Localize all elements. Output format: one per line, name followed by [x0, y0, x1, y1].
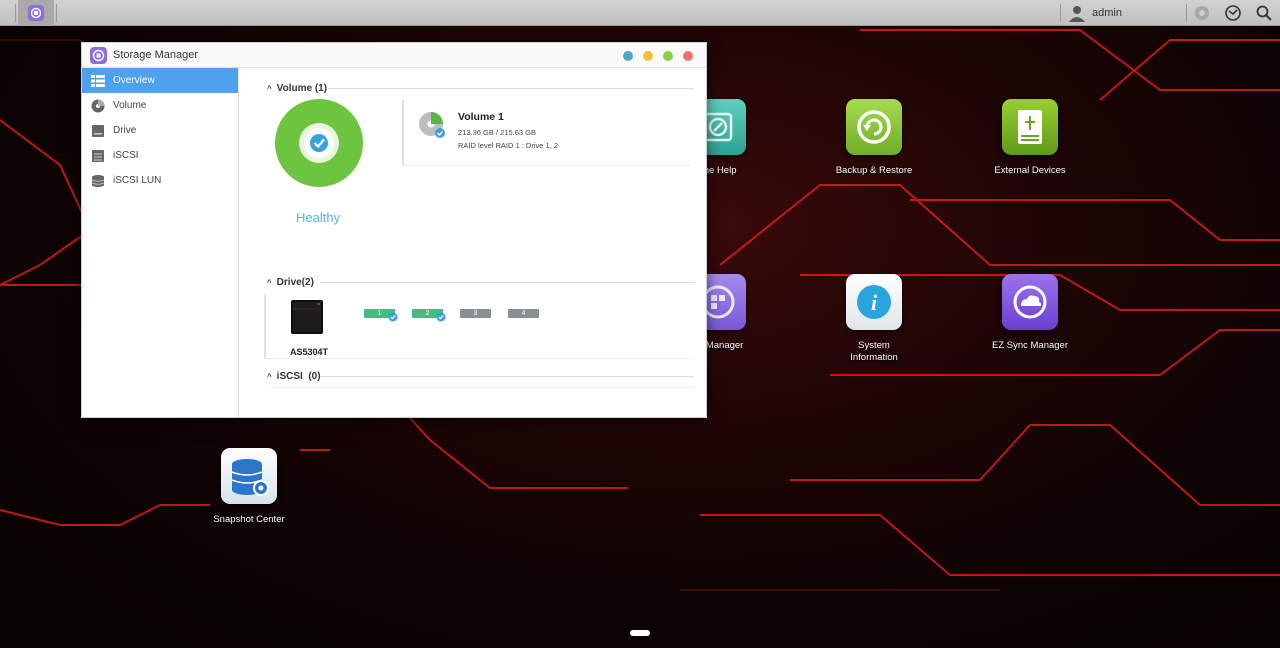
desktop-icon-backup-restore[interactable]: Backup & Restore [814, 99, 934, 177]
section-title: Volume (1) [276, 83, 328, 94]
drive-card[interactable] [264, 295, 693, 359]
home-indicator[interactable] [630, 630, 650, 636]
overview-content: ^ Volume (1) Healthy Volume 1 213.36 GB … [240, 68, 706, 417]
desktop-icon-system-information[interactable]: i System Information [814, 274, 934, 364]
desktop-icon-label: System Information [850, 340, 898, 363]
taskbar-divider [1060, 4, 1061, 22]
taskbar-divider [1186, 4, 1187, 22]
window-maximize-button[interactable] [663, 51, 673, 61]
health-status-label: Healthy [296, 210, 341, 225]
desktop-icon-ez-sync-manager[interactable]: EZ Sync Manager [970, 274, 1090, 352]
volume-disc-icon [419, 112, 445, 138]
section-title: Drive(2) [276, 277, 314, 288]
svg-text:i: i [871, 290, 878, 315]
notification-icon[interactable] [1193, 4, 1211, 22]
volume-disc-icon [91, 99, 105, 112]
section-divider [328, 88, 694, 89]
desktop-icon-label: Backup & Restore [835, 165, 913, 176]
section-title: iSCSI (0) [276, 371, 321, 382]
taskbar-divider [56, 4, 57, 22]
window-help-button[interactable] [623, 51, 633, 61]
storage-manager-icon [28, 5, 44, 21]
overview-list-icon [91, 74, 105, 87]
iscsi-section-header[interactable]: ^ iSCSI (0) [267, 371, 321, 382]
desktop-icon-label: Snapshot Center [213, 514, 285, 525]
volume-section-header[interactable]: ^ Volume (1) [267, 83, 327, 94]
ez-sync-manager-icon [1002, 274, 1058, 330]
chevron-up-icon: ^ [267, 84, 272, 93]
sidebar-item-iscsi-lun[interactable]: iSCSI LUN [82, 168, 238, 193]
taskbar-storage-manager-button[interactable] [18, 0, 54, 26]
check-icon [436, 312, 446, 322]
search-icon[interactable] [1255, 4, 1273, 22]
iscsi-icon [92, 149, 104, 162]
volume-raid-info: RAID level RAID 1 : Drive 1, 2 [458, 141, 559, 150]
system-information-icon: i [846, 274, 902, 330]
backup-restore-icon [846, 99, 902, 155]
sidebar-item-label: iSCSI LUN [113, 175, 162, 186]
check-icon [388, 312, 398, 322]
taskbar-divider [15, 4, 16, 22]
settings-dial-icon[interactable] [1224, 4, 1242, 22]
desktop-icon-label: EZ Sync Manager [991, 340, 1069, 351]
storage-manager-icon [90, 47, 107, 64]
window-minimize-button[interactable] [643, 51, 653, 61]
taskbar: admin [0, 0, 1280, 26]
snapshot-center-icon [221, 448, 277, 504]
volume-name[interactable]: Volume 1 [458, 111, 504, 123]
sidebar: Overview Volume Drive iSCSI iSCSI LUN [82, 68, 239, 417]
section-divider [320, 282, 694, 283]
window-titlebar[interactable]: Storage Manager [82, 43, 706, 68]
username-label[interactable]: admin [1092, 7, 1122, 19]
nas-model-label: AS5304T [290, 347, 329, 357]
sidebar-item-label: iSCSI [113, 150, 139, 161]
sidebar-item-iscsi[interactable]: iSCSI [82, 143, 238, 168]
chevron-up-icon: ^ [267, 372, 272, 381]
sidebar-item-volume[interactable]: Volume [82, 93, 238, 118]
desktop-icon-snapshot-center[interactable]: Snapshot Center [189, 448, 309, 526]
volume-health-indicator [275, 99, 363, 187]
user-avatar-icon[interactable] [1068, 4, 1086, 22]
desktop-icon-external-devices[interactable]: External Devices [970, 99, 1090, 177]
storage-manager-window[interactable]: Storage Manager Overview Volume Drive iS… [81, 42, 707, 418]
desktop-icon-label: External Devices [994, 165, 1066, 176]
drive-slot-4[interactable]: 4 [508, 309, 539, 318]
drive-slot-3[interactable]: 3 [460, 309, 491, 318]
window-title: Storage Manager [113, 49, 198, 61]
volume-capacity: 213.36 GB / 215.63 GB [458, 128, 536, 137]
sidebar-item-label: Drive [113, 125, 137, 136]
external-devices-icon [1002, 99, 1058, 155]
sidebar-item-drive[interactable]: Drive [82, 118, 238, 143]
nas-device-icon [291, 300, 323, 334]
section-divider [320, 376, 694, 377]
drive-section-header[interactable]: ^ Drive(2) [267, 277, 314, 288]
drive-icon [92, 124, 104, 137]
sidebar-item-overview[interactable]: Overview [82, 68, 238, 93]
sidebar-item-label: Overview [113, 75, 155, 86]
iscsi-lun-icon [91, 174, 105, 187]
section-divider [267, 387, 694, 388]
sidebar-item-label: Volume [113, 100, 147, 111]
chevron-up-icon: ^ [267, 278, 272, 287]
window-close-button[interactable] [683, 51, 693, 61]
